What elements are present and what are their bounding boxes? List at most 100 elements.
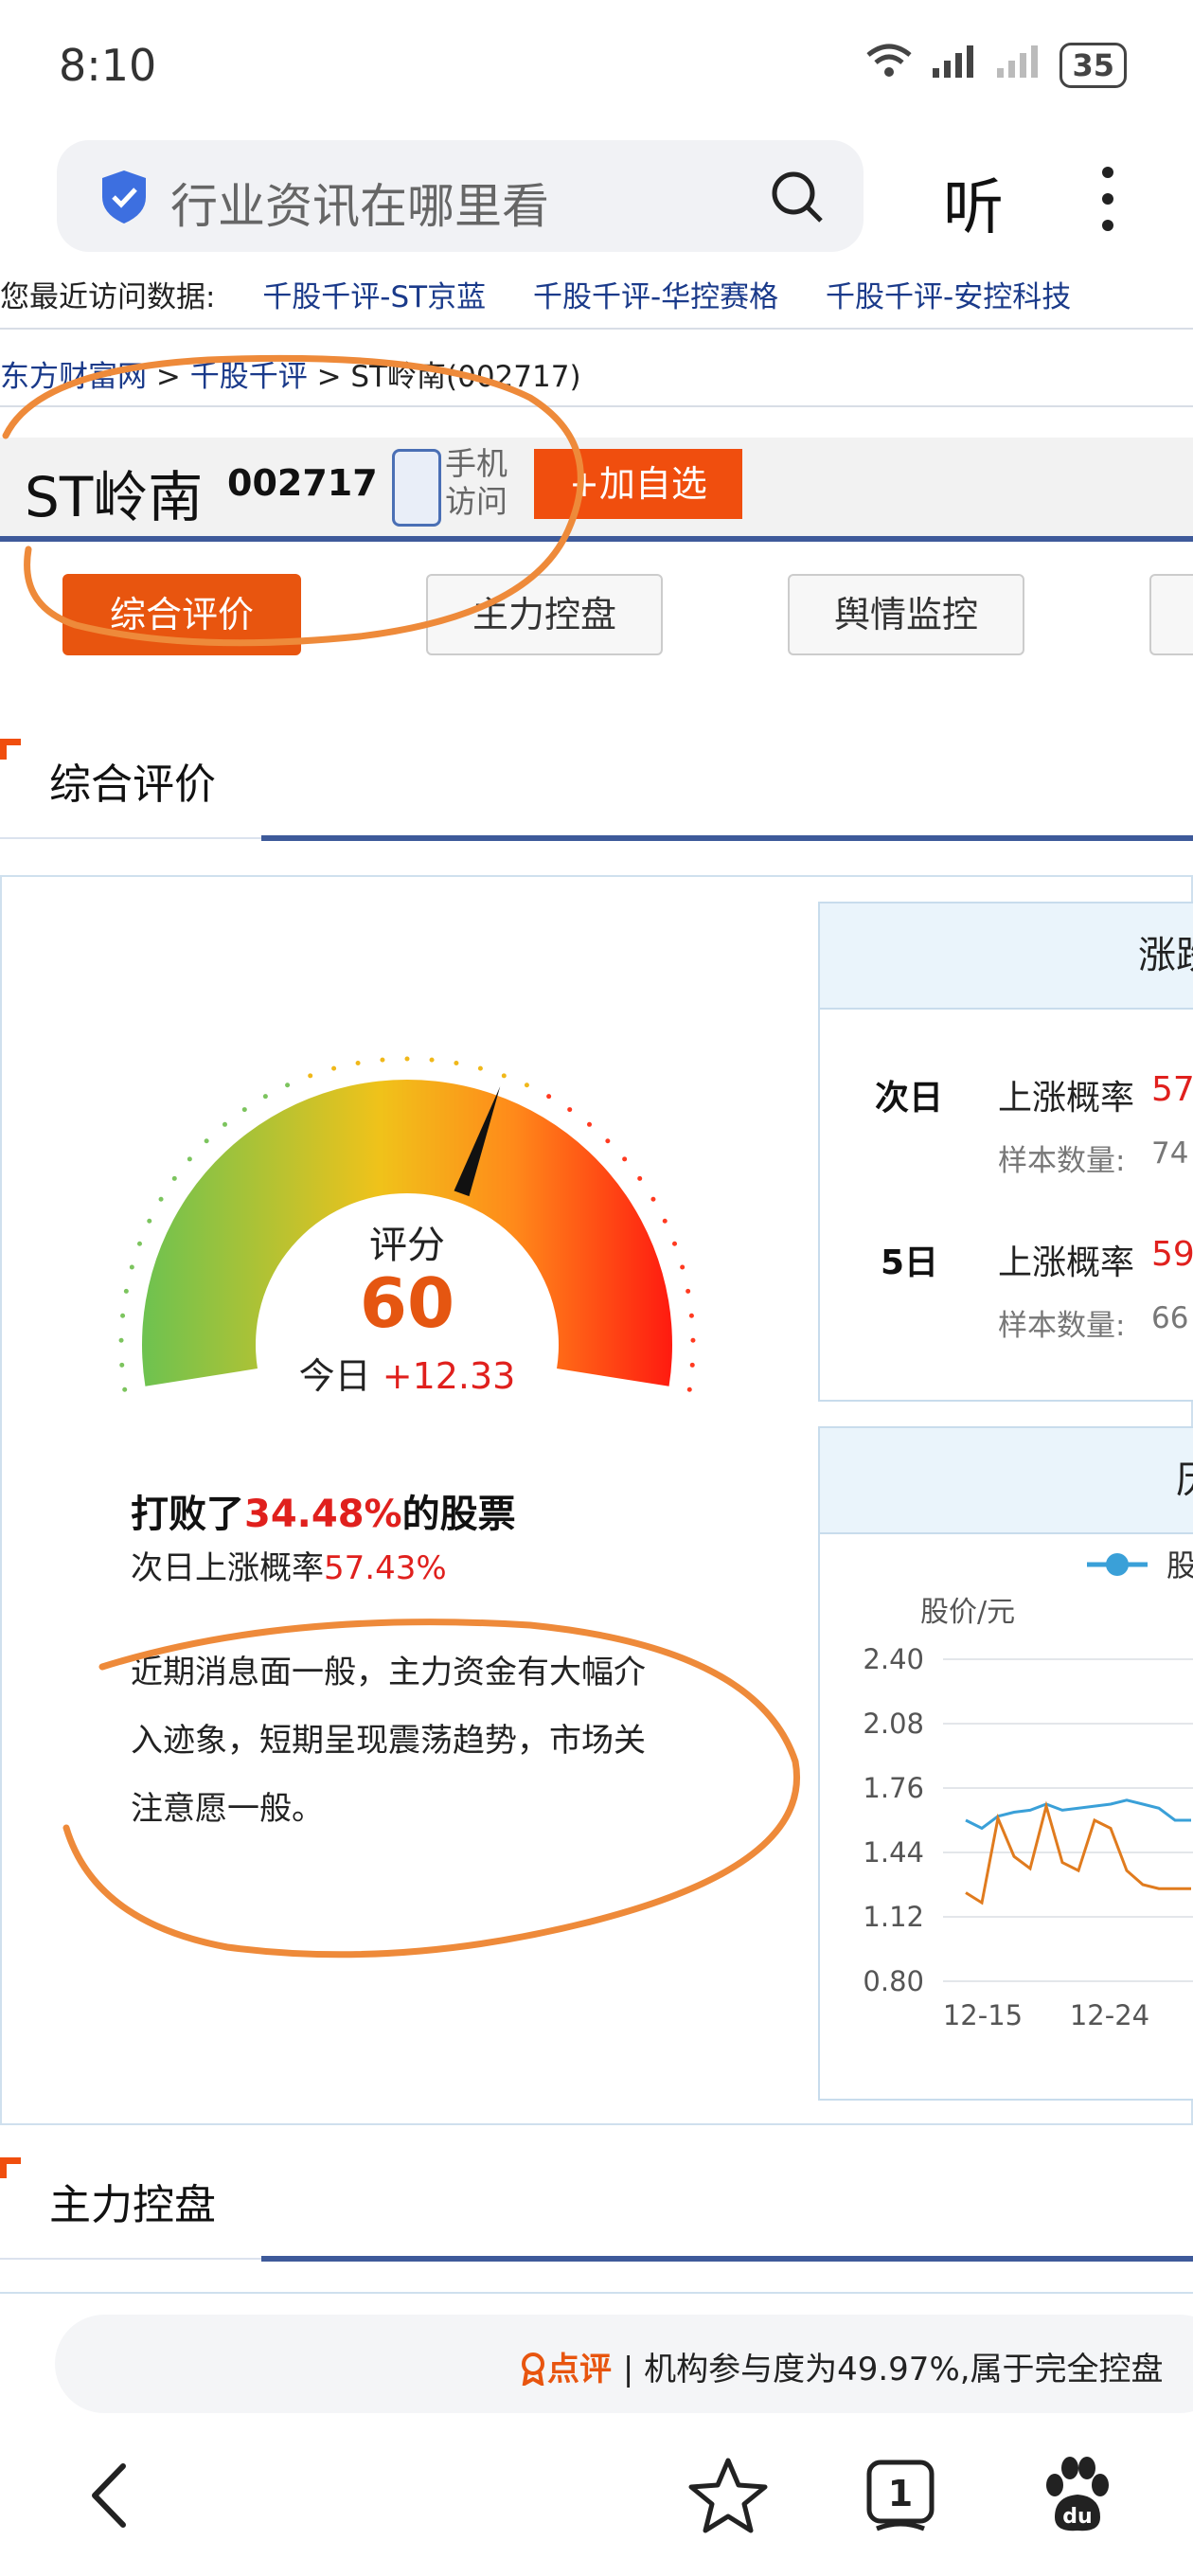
header-rule [0, 536, 1193, 542]
tab-count: 1 [888, 2473, 913, 2514]
signal-icon [931, 42, 978, 88]
gauge-tick [587, 1121, 593, 1127]
recent-visits: 您最近访问数据: 千股千评-ST京蓝 千股千评-华控赛格 千股千评-安控科技 [0, 273, 1071, 315]
back-icon[interactable] [70, 2453, 155, 2538]
more-menu-icon[interactable] [1098, 167, 1117, 233]
gauge-tick [308, 1073, 313, 1079]
gauge-tick [158, 1196, 164, 1202]
mobile-visit-line2: 访问 [445, 483, 507, 520]
y-axis-label: 股价/元 [920, 1596, 1015, 1629]
today-change: 今日 +12.33 [246, 1347, 568, 1399]
next-prefix: 次日上涨概率 [131, 1549, 324, 1587]
today-change-value: +12.33 [382, 1355, 516, 1397]
gauge-tick [222, 1121, 227, 1127]
gauge-tick [501, 1073, 507, 1079]
section-rule-accent [261, 835, 1193, 841]
section-rule-accent [261, 2256, 1193, 2262]
gauge-tick [120, 1313, 126, 1318]
paw-icon[interactable]: du [1034, 2453, 1119, 2538]
recent-link-1[interactable]: 千股千评-ST京蓝 [262, 280, 486, 314]
tabs-icon[interactable]: 1 [858, 2453, 943, 2538]
gauge-tick [129, 1264, 134, 1270]
gauge-tick [118, 1337, 124, 1343]
gauge-tick [204, 1138, 209, 1144]
y-tick-label: 2.08 [863, 1708, 924, 1740]
prob-value-2: 59 [1151, 1235, 1193, 1274]
comment-content: | 机构参与度为49.97%,属于完全控盘 [622, 2351, 1164, 2388]
search-input[interactable]: 行业资讯在哪里看 [170, 169, 549, 237]
y-tick-label: 1.12 [863, 1901, 924, 1933]
recent-link-3[interactable]: 千股千评-安控科技 [826, 280, 1071, 314]
series-line-2 [965, 1800, 1191, 1905]
gauge-tick [650, 1196, 656, 1202]
bottom-nav [0, 2413, 1193, 2576]
listen-button[interactable]: 听 [943, 159, 1004, 246]
breadcrumb-site[interactable]: 东方财富网 [0, 360, 147, 394]
prob-day-2: 5日 [881, 1243, 939, 1282]
today-label: 今日 [298, 1355, 371, 1397]
gauge-tick [567, 1107, 573, 1113]
history-panel: 历 股股价/元 2.40 2.08 1.76 1.44 1.12 0.80 12-15 12-2… [818, 1426, 1193, 2101]
battery-indicator: 35 [1059, 42, 1127, 88]
gauge-tick [546, 1094, 552, 1100]
gauge-tick [136, 1241, 142, 1246]
add-watchlist-button[interactable]: +加自选 [534, 449, 742, 519]
svg-text:du: du [1062, 2505, 1092, 2529]
search-icon[interactable] [769, 169, 826, 225]
shield-icon [98, 169, 150, 225]
history-panel-title: 历 [820, 1428, 1193, 1534]
search-bar[interactable]: 行业资讯在哪里看 [57, 140, 864, 252]
gauge-tick [429, 1057, 435, 1063]
status-time: 8:10 [59, 40, 157, 91]
prob-label-2: 上涨概率 [998, 1243, 1135, 1282]
tab-sentiment[interactable]: 舆情监控 [788, 574, 1024, 655]
score-value: 60 [359, 1263, 455, 1343]
next-day-probability: 次日上涨概率57.43% [131, 1542, 447, 1588]
tab-more[interactable] [1149, 574, 1193, 655]
next-percent: 57.43% [324, 1549, 447, 1587]
star-icon[interactable] [686, 2453, 771, 2538]
recent-link-2[interactable]: 千股千评-华控赛格 [533, 280, 778, 314]
beat-text: 打败了34.48%的股票 [131, 1483, 516, 1538]
gauge-tick [686, 1288, 691, 1294]
mobile-visit-link[interactable]: 手机 访问 [445, 445, 507, 521]
mobile-visit-line1: 手机 [445, 445, 507, 482]
gauge-tick [622, 1156, 628, 1162]
y-tick-label: 1.76 [863, 1772, 924, 1804]
gauge-tick [123, 1288, 129, 1294]
legend-label: 股 [1166, 1547, 1193, 1583]
tab-main-control[interactable]: 主力控盘 [426, 574, 663, 655]
section-title-main-control: 主力控盘 [49, 2181, 216, 2229]
y-tick-label: 2.40 [863, 1643, 924, 1675]
stock-name: ST岭南 [25, 465, 204, 529]
score-label: 评分 [369, 1224, 445, 1267]
gauge-tick [241, 1107, 247, 1113]
section-marker [0, 2157, 21, 2178]
y-tick-label: 0.80 [863, 1965, 924, 1997]
gauge-tick [171, 1175, 177, 1181]
gauge-tick [637, 1175, 643, 1181]
comment-text: 点评 | 机构参与度为49.97%,属于完全控盘 [519, 2343, 1164, 2389]
gauge-tick [690, 1337, 696, 1343]
qr-code-icon[interactable] [392, 449, 441, 527]
y-tick-label: 1.44 [863, 1836, 924, 1869]
gauge-tick [380, 1057, 385, 1063]
tab-overall[interactable]: 综合评价 [62, 574, 301, 655]
sample-value-1: 74 [1151, 1136, 1189, 1171]
sample-label-2: 样本数量: [998, 1309, 1126, 1343]
gauge-tick [262, 1094, 268, 1100]
comment-tag-label: 点评 [547, 2351, 612, 2388]
beat-prefix: 打败了 [131, 1493, 244, 1536]
prob-value-1: 57 [1151, 1070, 1193, 1109]
beat-percent: 34.48% [244, 1493, 402, 1536]
gauge-tick [662, 1218, 668, 1224]
prob-day-1: 次日 [875, 1079, 944, 1118]
prob-label-1: 上涨概率 [998, 1079, 1135, 1118]
breadcrumb-current: ST岭南(002717) [350, 360, 581, 394]
wifi-icon [864, 42, 914, 88]
comment-tag: 点评 [519, 2351, 623, 2388]
gauge-tick [355, 1060, 361, 1065]
x-tick-label: 12-15 [943, 1999, 1023, 2031]
recent-label: 您最近访问数据: [0, 280, 216, 314]
breadcrumb-section[interactable]: 千股千评 [190, 360, 308, 394]
